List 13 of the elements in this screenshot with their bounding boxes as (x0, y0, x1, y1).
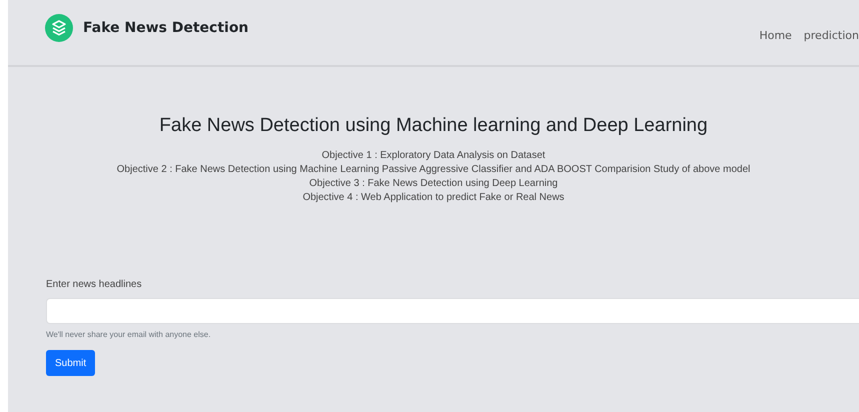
objective-text: Objective 1 : Exploratory Data Analysis on Dataset (322, 149, 546, 163)
headline-input[interactable] (46, 298, 859, 324)
nav-link[interactable]: prediction (804, 28, 859, 42)
objective-text: Objective 3 : Fake News Detection using Deep Learning (309, 177, 558, 191)
layers-icon (45, 14, 73, 42)
submit-button[interactable]: Submit (46, 350, 96, 376)
nav-link[interactable]: Home (759, 28, 792, 42)
objective-text: Objective 4 : Web Application to predict Fake or Real News (302, 191, 564, 205)
field-label: Enter news headlines (46, 279, 143, 290)
page-title: Fake News Detection using Machine learning and Deep Learning (159, 115, 708, 137)
help-text: We'll never share your email with anyone else. (46, 330, 212, 339)
brand-name: Fake News Detection (83, 20, 249, 36)
objective-text: Objective 2 : Fake News Detection using Machine Learning Passive Aggressive Classifier and ADA BOOST Comparision Study of above model (116, 163, 750, 177)
